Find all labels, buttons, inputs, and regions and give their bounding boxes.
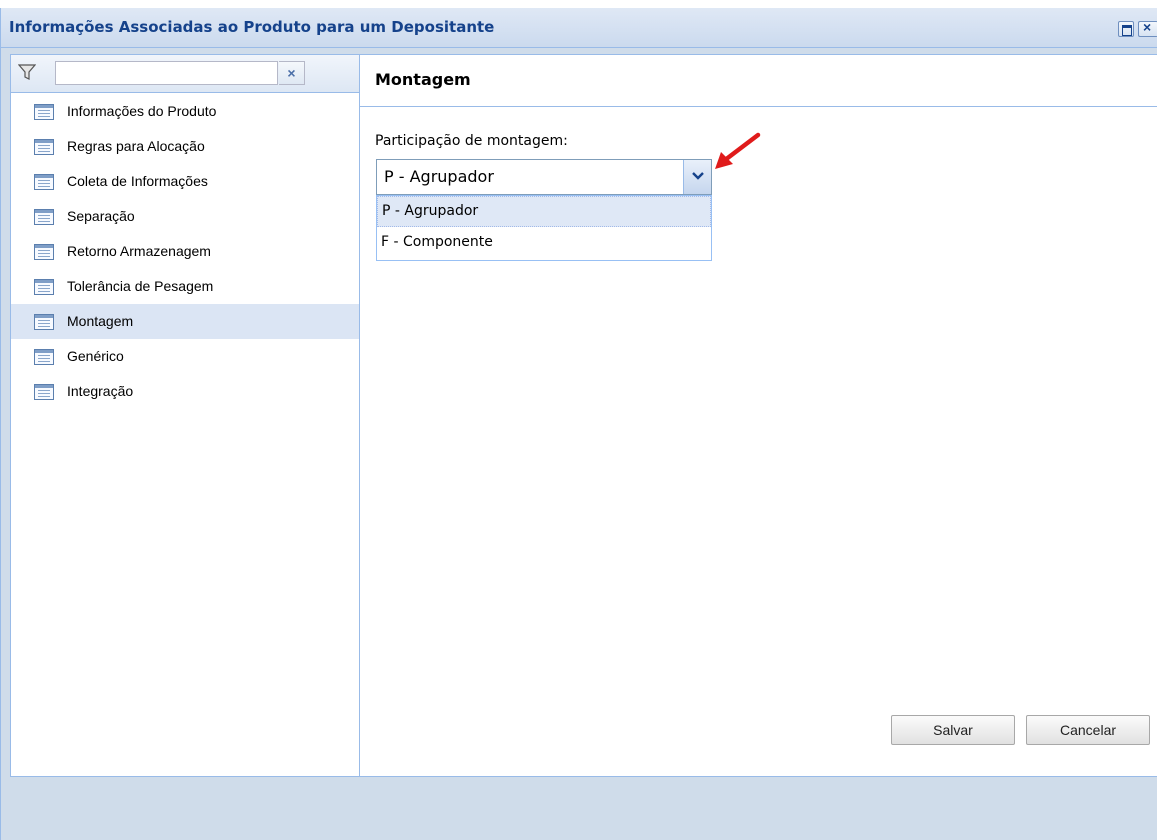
sidebar-item[interactable]: Montagem	[11, 304, 359, 339]
navigation-panel: × Informações do Produto Regras para Aloc…	[10, 54, 360, 777]
content-header: Montagem	[360, 55, 1157, 107]
sidebar-item-label: Regras para Alocação	[67, 138, 205, 154]
list-icon	[34, 349, 54, 365]
chevron-down-icon	[692, 172, 704, 180]
sidebar-item[interactable]: Tolerância de Pesagem	[11, 269, 359, 304]
filter-input[interactable]	[55, 61, 278, 85]
sidebar-item[interactable]: Genérico	[11, 339, 359, 374]
cancel-button[interactable]: Cancelar	[1026, 715, 1150, 745]
sidebar-item-label: Retorno Armazenagem	[67, 243, 211, 259]
list-icon	[34, 209, 54, 225]
filter-toolbar: ×	[11, 55, 359, 93]
sidebar-item-label: Genérico	[67, 348, 124, 364]
window-title: Informações Associadas ao Produto para u…	[9, 18, 495, 36]
sidebar-item[interactable]: Integração	[11, 374, 359, 409]
combobox-trigger[interactable]	[683, 160, 711, 194]
sidebar-item[interactable]: Retorno Armazenagem	[11, 234, 359, 269]
list-icon	[34, 314, 54, 330]
dropdown-list: P - Agrupador F - Componente	[376, 195, 712, 261]
list-icon	[34, 104, 54, 120]
save-button[interactable]: Salvar	[891, 715, 1015, 745]
maximize-icon[interactable]	[1118, 21, 1134, 37]
list-icon	[34, 279, 54, 295]
field-label: Participação de montagem:	[375, 133, 568, 149]
dropdown-option[interactable]: F - Componente	[377, 227, 711, 258]
section-title: Montagem	[375, 70, 471, 89]
title-bar[interactable]: Informações Associadas ao Produto para u…	[1, 8, 1157, 48]
list-icon	[34, 174, 54, 190]
sidebar-item[interactable]: Regras para Alocação	[11, 129, 359, 164]
dialog-window: Informações Associadas ao Produto para u…	[0, 8, 1157, 840]
list-icon	[34, 244, 54, 260]
combobox-value: P - Agrupador	[384, 167, 494, 186]
list-icon	[34, 139, 54, 155]
list-icon	[34, 384, 54, 400]
close-icon[interactable]: ×	[1138, 19, 1157, 37]
dropdown-option[interactable]: P - Agrupador	[377, 196, 711, 227]
sidebar-item-label: Integração	[67, 383, 134, 399]
filter-funnel-icon[interactable]	[18, 63, 36, 81]
sidebar-item-label: Coleta de Informações	[67, 173, 208, 189]
sidebar-item-label: Montagem	[67, 313, 134, 329]
sidebar-item-label: Separação	[67, 208, 135, 224]
participation-combobox[interactable]: P - Agrupador	[376, 159, 712, 195]
sidebar-item[interactable]: Informações do Produto	[11, 94, 359, 129]
sidebar-item-label: Informações do Produto	[67, 103, 217, 119]
sidebar-item[interactable]: Coleta de Informações	[11, 164, 359, 199]
sidebar-item[interactable]: Separação	[11, 199, 359, 234]
clear-filter-button[interactable]: ×	[279, 61, 305, 85]
nav-list: Informações do Produto Regras para Alocaç…	[11, 94, 359, 409]
annotation-arrow-icon	[715, 132, 761, 169]
sidebar-item-label: Tolerância de Pesagem	[67, 278, 214, 294]
